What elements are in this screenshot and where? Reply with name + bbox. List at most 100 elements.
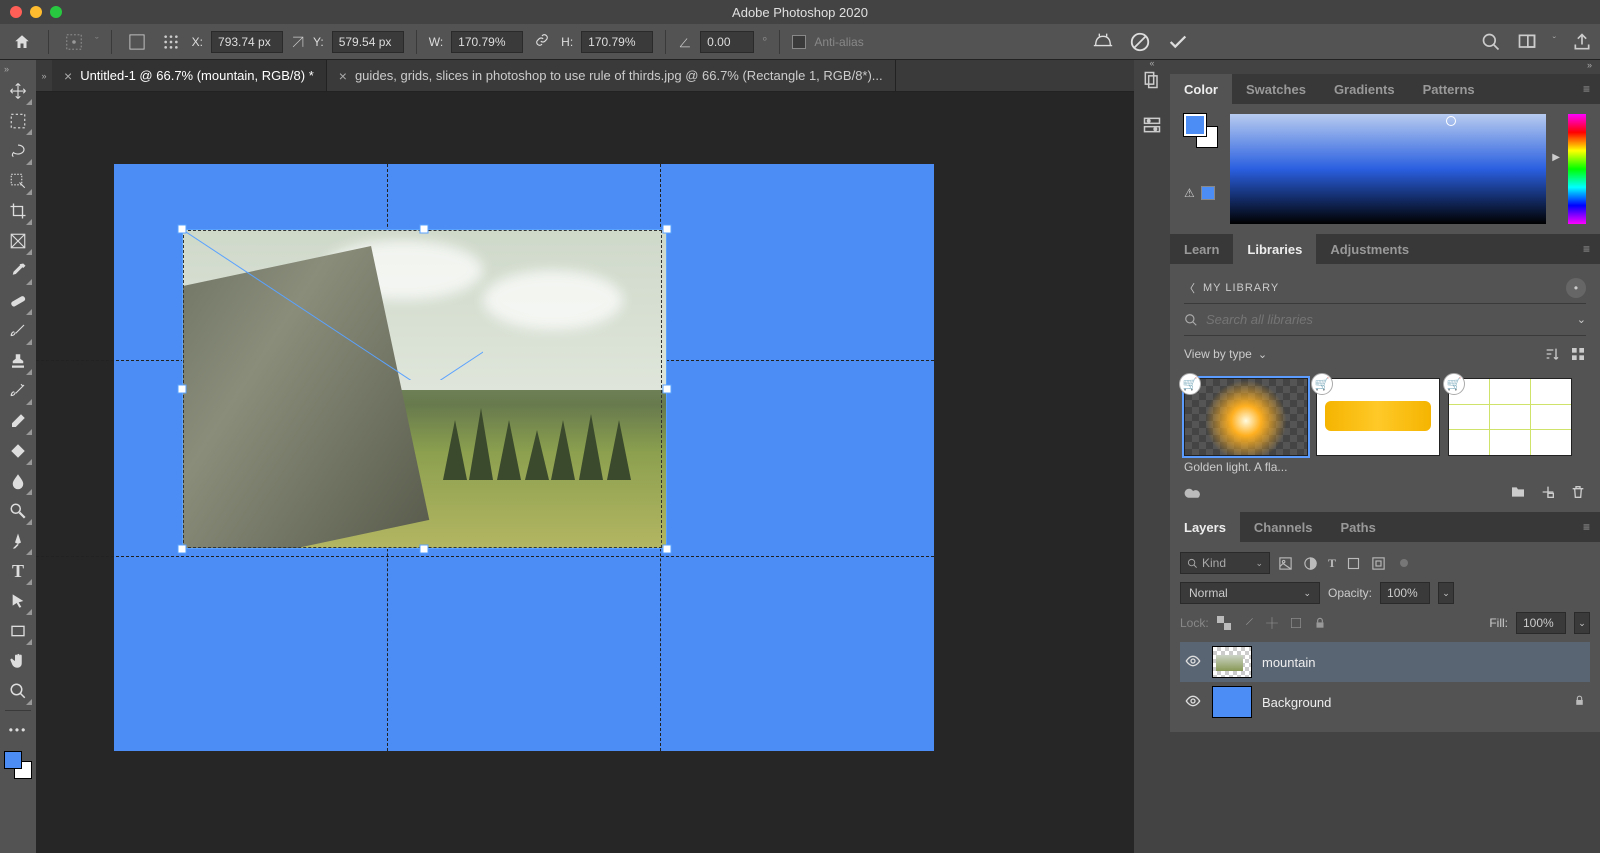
panel-fg-color[interactable] bbox=[1184, 114, 1206, 136]
quick-select-tool[interactable] bbox=[3, 166, 33, 196]
properties-panel-icon[interactable] bbox=[1142, 115, 1162, 138]
antialias-checkbox[interactable] bbox=[792, 35, 806, 49]
lock-icon[interactable] bbox=[1573, 694, 1586, 710]
dropdown-caret-icon[interactable]: ˇ bbox=[95, 36, 99, 48]
color-spectrum[interactable]: ▶ bbox=[1230, 114, 1546, 224]
swap-xy-icon[interactable] bbox=[291, 35, 305, 49]
foreground-color-swatch[interactable] bbox=[4, 751, 22, 769]
transform-handle-e[interactable] bbox=[663, 385, 672, 394]
gradient-tool[interactable] bbox=[3, 436, 33, 466]
tab-libraries[interactable]: Libraries bbox=[1233, 234, 1316, 264]
layer-name[interactable]: Background bbox=[1262, 695, 1331, 710]
document-tab-2[interactable]: × guides, grids, slices in photoshop to … bbox=[327, 60, 896, 91]
stamp-tool[interactable] bbox=[3, 346, 33, 376]
layer-name[interactable]: mountain bbox=[1262, 655, 1315, 670]
library-breadcrumb[interactable]: 〈 MY LIBRARY • bbox=[1184, 272, 1586, 304]
h-input[interactable] bbox=[581, 31, 653, 53]
transform-handle-sw[interactable] bbox=[178, 545, 187, 554]
type-tool[interactable]: T bbox=[3, 556, 33, 586]
color-fg-bg[interactable] bbox=[1184, 114, 1216, 164]
grid-view-icon[interactable] bbox=[1570, 346, 1586, 362]
transform-handle-nw[interactable] bbox=[178, 225, 187, 234]
tab-patterns[interactable]: Patterns bbox=[1409, 74, 1489, 104]
opacity-input[interactable]: 100% bbox=[1380, 582, 1430, 604]
tab-adjustments[interactable]: Adjustments bbox=[1316, 234, 1423, 264]
layer-thumbnail[interactable] bbox=[1212, 686, 1252, 718]
search-btn[interactable] bbox=[1481, 32, 1501, 52]
window-maximize[interactable] bbox=[50, 6, 62, 18]
account-avatar[interactable]: • bbox=[1566, 278, 1586, 298]
guide-horizontal[interactable] bbox=[36, 556, 934, 557]
crop-tool[interactable] bbox=[3, 196, 33, 226]
canvas[interactable] bbox=[114, 164, 934, 751]
x-input[interactable] bbox=[211, 31, 283, 53]
fill-input[interactable]: 100% bbox=[1516, 612, 1566, 634]
layer-visibility-toggle[interactable] bbox=[1184, 653, 1202, 672]
placed-image-mountain[interactable] bbox=[182, 229, 667, 549]
grid-9-btn[interactable] bbox=[124, 29, 150, 55]
commit-transform-btn[interactable] bbox=[1167, 31, 1189, 53]
add-icon[interactable] bbox=[1540, 484, 1556, 500]
fill-dropdown[interactable]: ⌄ bbox=[1574, 612, 1590, 634]
layer-visibility-toggle[interactable] bbox=[1184, 693, 1202, 712]
folder-icon[interactable] bbox=[1510, 484, 1526, 500]
workspace-caret[interactable]: ˇ bbox=[1553, 36, 1556, 47]
transform-handle-n[interactable] bbox=[420, 225, 429, 234]
library-item[interactable]: 🛒 bbox=[1448, 378, 1572, 456]
blur-tool[interactable] bbox=[3, 466, 33, 496]
library-item[interactable]: 🛒 bbox=[1316, 378, 1440, 456]
marquee-tool[interactable] bbox=[3, 106, 33, 136]
history-panel-icon[interactable] bbox=[1142, 70, 1162, 93]
transform-handle-ne[interactable] bbox=[663, 225, 672, 234]
color-picker-cursor[interactable] bbox=[1446, 116, 1456, 126]
layer-item[interactable]: Background bbox=[1180, 682, 1590, 722]
layer-thumbnail[interactable] bbox=[1212, 646, 1252, 678]
dock-collapse[interactable]: « bbox=[1149, 58, 1154, 68]
filter-adjustment-icon[interactable] bbox=[1303, 556, 1318, 571]
layer-item[interactable]: mountain bbox=[1180, 642, 1590, 682]
sort-icon[interactable] bbox=[1544, 346, 1560, 362]
panels-collapse[interactable]: » bbox=[1170, 60, 1600, 74]
grid-9-dots-btn[interactable] bbox=[158, 29, 184, 55]
tab-swatches[interactable]: Swatches bbox=[1232, 74, 1320, 104]
cloud-icon[interactable] bbox=[1184, 484, 1202, 498]
link-wh-btn[interactable] bbox=[531, 33, 553, 50]
angle-input[interactable] bbox=[700, 31, 754, 53]
filter-pixel-icon[interactable] bbox=[1278, 556, 1293, 571]
lock-all-icon[interactable] bbox=[1313, 616, 1327, 630]
pen-tool[interactable] bbox=[3, 526, 33, 556]
tab-layers[interactable]: Layers bbox=[1170, 512, 1240, 542]
dodge-tool[interactable] bbox=[3, 496, 33, 526]
canvas-viewport[interactable] bbox=[36, 92, 1134, 853]
filter-toggle[interactable] bbox=[1400, 559, 1408, 567]
home-button[interactable] bbox=[8, 28, 36, 56]
transform-reference-btn[interactable] bbox=[61, 29, 87, 55]
opacity-dropdown[interactable]: ⌄ bbox=[1438, 582, 1454, 604]
frame-tool[interactable] bbox=[3, 226, 33, 256]
tab-channels[interactable]: Channels bbox=[1240, 512, 1327, 542]
tab-color[interactable]: Color bbox=[1170, 74, 1232, 104]
window-close[interactable] bbox=[10, 6, 22, 18]
y-input[interactable] bbox=[332, 31, 404, 53]
hand-tool[interactable] bbox=[3, 646, 33, 676]
layer-kind-filter[interactable]: Kind ⌄ bbox=[1180, 552, 1270, 574]
filter-type-icon[interactable]: T bbox=[1328, 556, 1336, 571]
move-tool[interactable] bbox=[3, 76, 33, 106]
edit-toolbar-btn[interactable]: ••• bbox=[3, 715, 33, 745]
w-input[interactable] bbox=[451, 31, 523, 53]
history-brush-tool[interactable] bbox=[3, 376, 33, 406]
lock-position-icon[interactable] bbox=[1265, 616, 1279, 630]
foreground-background-colors[interactable] bbox=[4, 751, 32, 779]
filter-shape-icon[interactable] bbox=[1346, 556, 1361, 571]
eraser-tool[interactable] bbox=[3, 406, 33, 436]
tab-learn[interactable]: Learn bbox=[1170, 234, 1233, 264]
trash-icon[interactable] bbox=[1570, 484, 1586, 500]
hue-strip[interactable] bbox=[1568, 114, 1586, 224]
hue-slider-arrow[interactable]: ▶ bbox=[1552, 152, 1560, 163]
tab-expand[interactable]: » bbox=[36, 60, 52, 91]
document-tab-1[interactable]: × Untitled-1 @ 66.7% (mountain, RGB/8) * bbox=[52, 60, 327, 91]
eyedropper-tool[interactable] bbox=[3, 256, 33, 286]
puppet-warp-btn[interactable] bbox=[1092, 29, 1114, 54]
gamut-warning-icon[interactable]: ⚠ bbox=[1184, 186, 1195, 200]
share-btn[interactable] bbox=[1572, 32, 1592, 52]
